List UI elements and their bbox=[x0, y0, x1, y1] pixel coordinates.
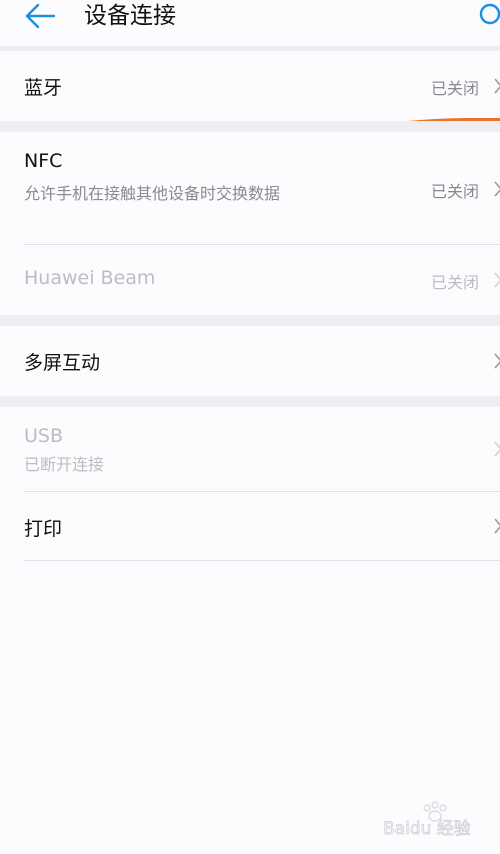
app-header: 设备连接 bbox=[0, 0, 500, 46]
chevron-right-icon bbox=[494, 78, 500, 94]
baidu-paw-icon: Baidu 经验 bbox=[383, 801, 471, 839]
row-title: 蓝牙 bbox=[24, 77, 63, 99]
settings-row-usb[interactable]: USB 已断开连接 bbox=[0, 407, 500, 492]
row-subtitle: 已断开连接 bbox=[24, 455, 105, 474]
chevron-right-icon bbox=[494, 441, 500, 457]
search-icon bbox=[479, 3, 500, 25]
row-status: 已关闭 bbox=[431, 182, 480, 201]
section-gap bbox=[0, 121, 500, 132]
row-title: 打印 bbox=[24, 518, 63, 540]
page-title: 设备连接 bbox=[84, 3, 176, 29]
row-title: USB bbox=[24, 425, 64, 447]
baidu-watermark: Baidu 经验 bbox=[383, 800, 493, 840]
row-status: 已关闭 bbox=[431, 273, 480, 292]
svg-text:Baidu 经验: Baidu 经验 bbox=[383, 819, 471, 839]
section-gap bbox=[0, 396, 500, 407]
arrow-left-icon bbox=[25, 3, 56, 29]
settings-row-nfc[interactable]: NFC 允许手机在接触其他设备时交换数据 已关闭 bbox=[0, 132, 500, 245]
row-title: 多屏互动 bbox=[24, 352, 101, 374]
row-title: Huawei Beam bbox=[24, 267, 156, 289]
settings-row-huawei-beam[interactable]: Huawei Beam 已关闭 bbox=[0, 245, 500, 315]
row-status: 已关闭 bbox=[431, 79, 480, 98]
section-gap bbox=[0, 315, 500, 326]
chevron-right-icon bbox=[494, 518, 500, 534]
chevron-right-icon bbox=[494, 353, 500, 369]
chevron-right-icon bbox=[494, 181, 500, 197]
divider bbox=[24, 560, 500, 561]
search-button[interactable] bbox=[478, 0, 500, 30]
settings-row-bluetooth[interactable]: 蓝牙 已关闭 bbox=[0, 51, 500, 121]
settings-row-print[interactable]: 打印 bbox=[0, 492, 500, 560]
row-title: NFC bbox=[24, 150, 63, 172]
chevron-right-icon bbox=[494, 272, 500, 288]
row-subtitle: 允许手机在接触其他设备时交换数据 bbox=[24, 184, 281, 203]
back-button[interactable] bbox=[22, 0, 62, 34]
settings-row-multiscreen[interactable]: 多屏互动 bbox=[0, 326, 500, 396]
